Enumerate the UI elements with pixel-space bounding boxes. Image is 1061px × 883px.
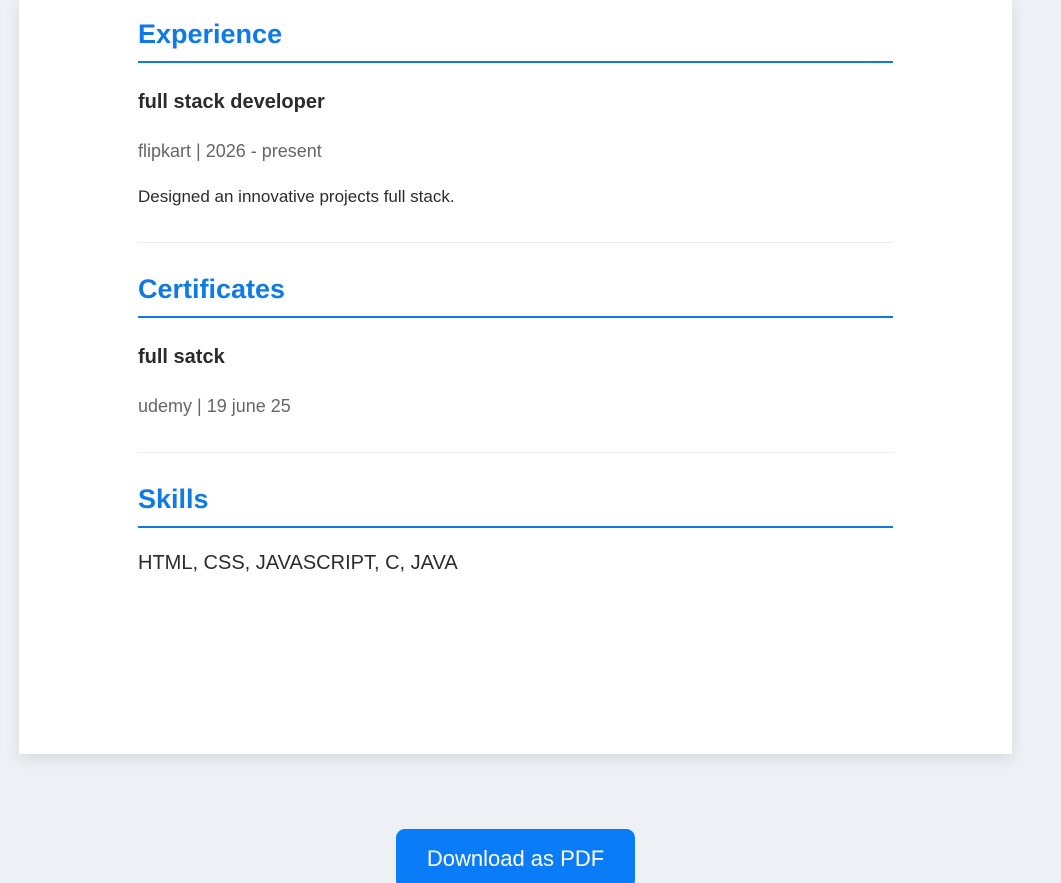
experience-meta: flipkart | 2026 - present	[138, 141, 322, 161]
download-pdf-button[interactable]: Download as PDF	[396, 829, 635, 883]
resume-card: Experience full stack developer flipkart…	[19, 0, 1012, 754]
certificate-name: full satck	[138, 346, 225, 368]
experience-role: full stack developer	[138, 91, 325, 113]
certificates-divider	[138, 452, 893, 453]
experience-description: Designed an innovative projects full sta…	[138, 187, 455, 206]
skills-heading: Skills	[138, 484, 209, 514]
skills-list: HTML, CSS, JAVASCRIPT, C, JAVA	[138, 552, 458, 574]
experience-heading-rule	[138, 61, 893, 63]
certificates-heading-rule	[138, 316, 893, 318]
certificates-heading: Certificates	[138, 274, 286, 304]
experience-heading: Experience	[138, 19, 283, 49]
certificate-meta: udemy | 19 june 25	[138, 396, 291, 416]
skills-heading-rule	[138, 526, 893, 528]
resume-page: Experience full stack developer flipkart…	[0, 0, 1061, 883]
experience-divider	[138, 242, 893, 243]
